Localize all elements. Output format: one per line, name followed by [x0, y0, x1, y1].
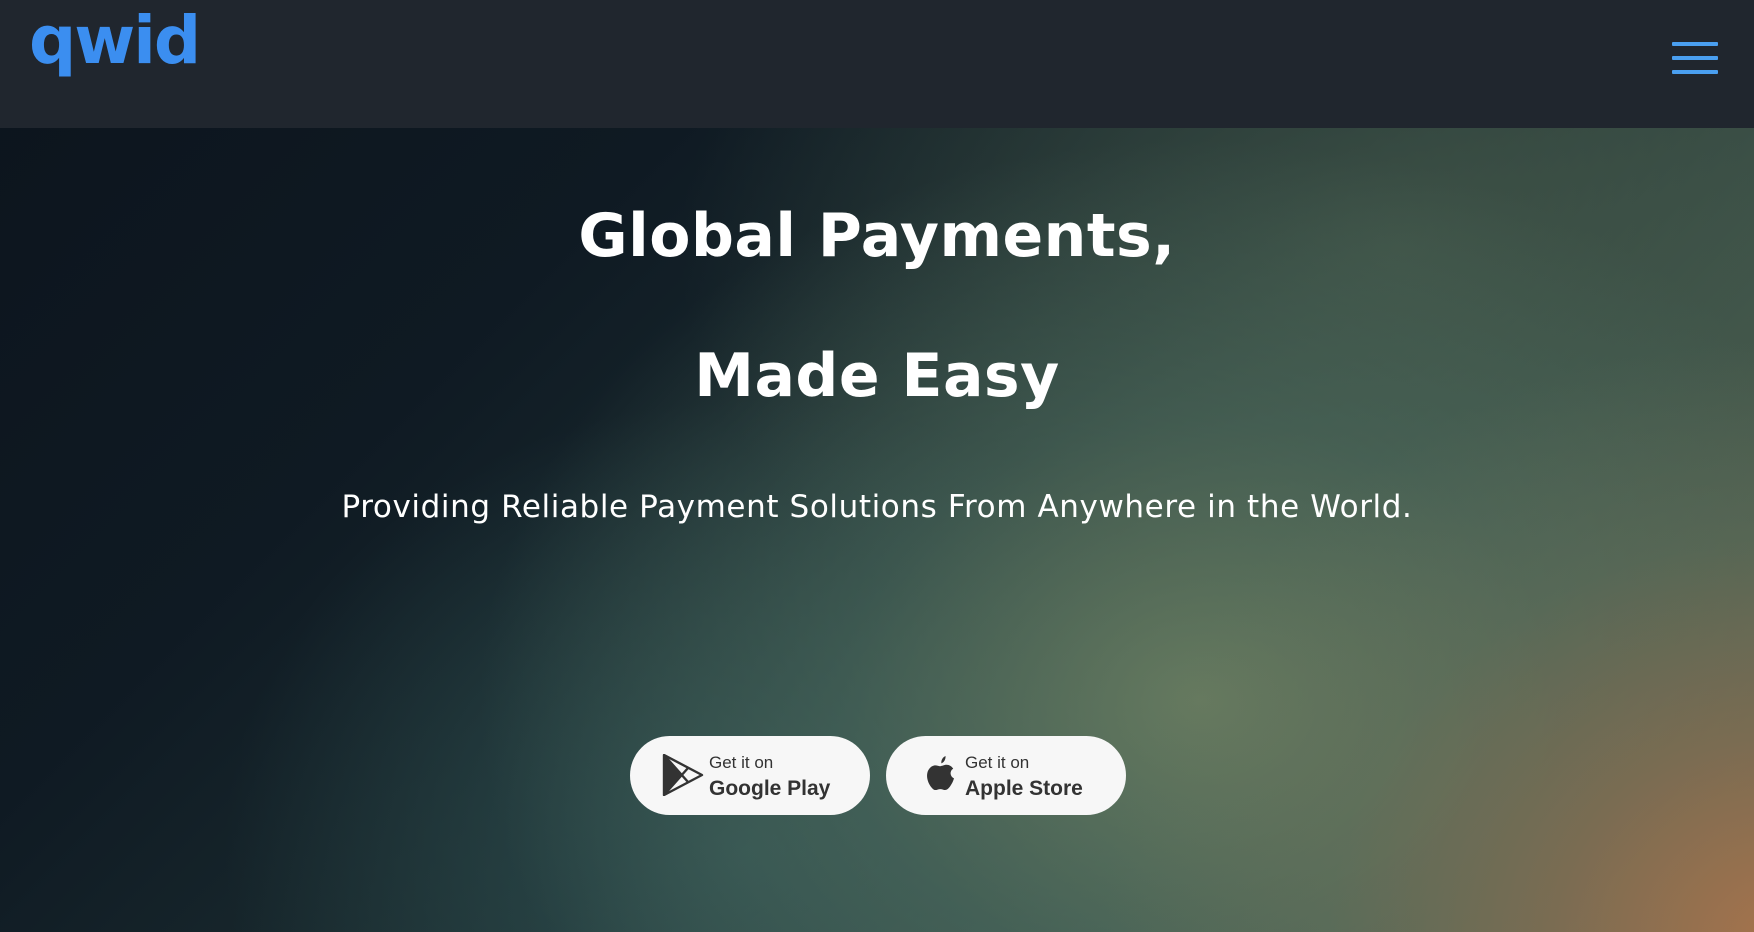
- hero-subtitle: Providing Reliable Payment Solutions Fro…: [341, 489, 1413, 525]
- hero-title-line-1: Global Payments,: [578, 201, 1176, 271]
- google-play-label: Google Play: [709, 777, 831, 800]
- hero-section: Global Payments, Made Easy Providing Rel…: [0, 128, 1754, 932]
- apple-icon: [927, 756, 954, 791]
- hamburger-menu-button[interactable]: [1672, 42, 1718, 76]
- page: qwid Global Payments, Made Easy Providin…: [0, 0, 1754, 932]
- apple-store-small-text: Get it on: [965, 753, 1030, 772]
- hamburger-menu-icon-bar: [1672, 56, 1718, 60]
- hamburger-menu-icon-bar: [1672, 70, 1718, 74]
- site-header: qwid: [0, 0, 1754, 128]
- apple-store-label: Apple Store: [965, 777, 1083, 800]
- google-play-button[interactable]: Get it on Google Play: [630, 736, 870, 815]
- hero-title-line-2: Made Easy: [694, 341, 1060, 411]
- apple-store-button[interactable]: Get it on Apple Store: [886, 736, 1126, 815]
- hamburger-menu-icon: [1672, 42, 1718, 46]
- google-play-small-text: Get it on: [709, 753, 774, 772]
- google-play-icon: [662, 754, 704, 796]
- qwid-logo[interactable]: qwid: [29, 8, 201, 74]
